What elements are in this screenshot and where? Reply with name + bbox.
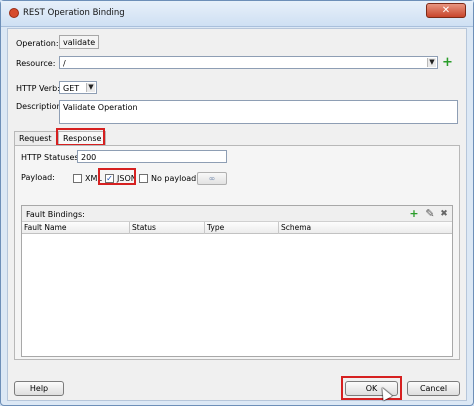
http-verb-dropdown[interactable]: GET ▼ [59, 81, 97, 94]
description-textarea[interactable]: Validate Operation [59, 100, 458, 124]
operation-field: validate [59, 35, 99, 49]
column-fault-name[interactable]: Fault Name [22, 222, 130, 234]
description-label: Description: [16, 102, 65, 111]
dialog-body: Operation: validate Resource: / ▼ + HTTP… [7, 28, 467, 401]
xml-label: XML [85, 174, 102, 183]
add-resource-icon[interactable]: + [442, 56, 453, 69]
column-status[interactable]: Status [130, 222, 205, 234]
json-label: JSON [117, 174, 137, 183]
http-statuses-label: HTTP Statuses: [21, 153, 82, 162]
payload-label: Payload: [21, 173, 55, 182]
http-verb-label: HTTP Verb: [16, 84, 60, 93]
column-schema[interactable]: Schema [279, 222, 452, 234]
dialog-window: REST Operation Binding ✕ Operation: vali… [0, 0, 474, 406]
title-bar[interactable]: REST Operation Binding ✕ [1, 1, 473, 27]
chevron-down-icon[interactable]: ▼ [86, 83, 95, 92]
tab-response[interactable]: Response [58, 131, 107, 145]
cancel-button[interactable]: Cancel [407, 381, 460, 396]
tab-request[interactable]: Request [14, 131, 57, 145]
xml-checkbox[interactable] [73, 174, 82, 183]
edit-fault-icon[interactable]: ✎ [424, 208, 436, 220]
http-verb-value: GET [63, 84, 80, 93]
json-checkbox[interactable]: ✓ [105, 174, 114, 183]
response-panel: HTTP Statuses: 200 Payload: XML ✓ JSON N… [14, 145, 460, 360]
help-button[interactable]: Help [14, 381, 64, 396]
resource-dropdown[interactable]: / ▼ [59, 56, 438, 69]
fault-bindings-label: Fault Bindings: [26, 210, 85, 219]
link-icon: ∞ [208, 174, 216, 183]
fault-bindings-header: Fault Bindings: + ✎ ✖ [22, 206, 452, 222]
operation-label: Operation: [16, 39, 59, 48]
delete-fault-icon[interactable]: ✖ [438, 208, 450, 220]
oracle-app-icon [9, 8, 19, 18]
window-title: REST Operation Binding [23, 8, 125, 18]
chevron-down-icon[interactable]: ▼ [427, 58, 436, 67]
fault-table-columns: Fault Name Status Type Schema [22, 222, 452, 234]
close-window-button[interactable]: ✕ [426, 3, 466, 18]
column-type[interactable]: Type [205, 222, 279, 234]
fault-bindings-table: Fault Bindings: + ✎ ✖ Fault Name Status … [21, 205, 453, 357]
http-statuses-field[interactable]: 200 [77, 150, 227, 163]
resource-label: Resource: [16, 59, 56, 68]
payload-link-button[interactable]: ∞ [197, 172, 227, 185]
no-payload-label: No payload [151, 174, 197, 183]
resource-value: / [63, 59, 66, 68]
no-payload-checkbox[interactable] [139, 174, 148, 183]
add-fault-icon[interactable]: + [408, 208, 420, 220]
